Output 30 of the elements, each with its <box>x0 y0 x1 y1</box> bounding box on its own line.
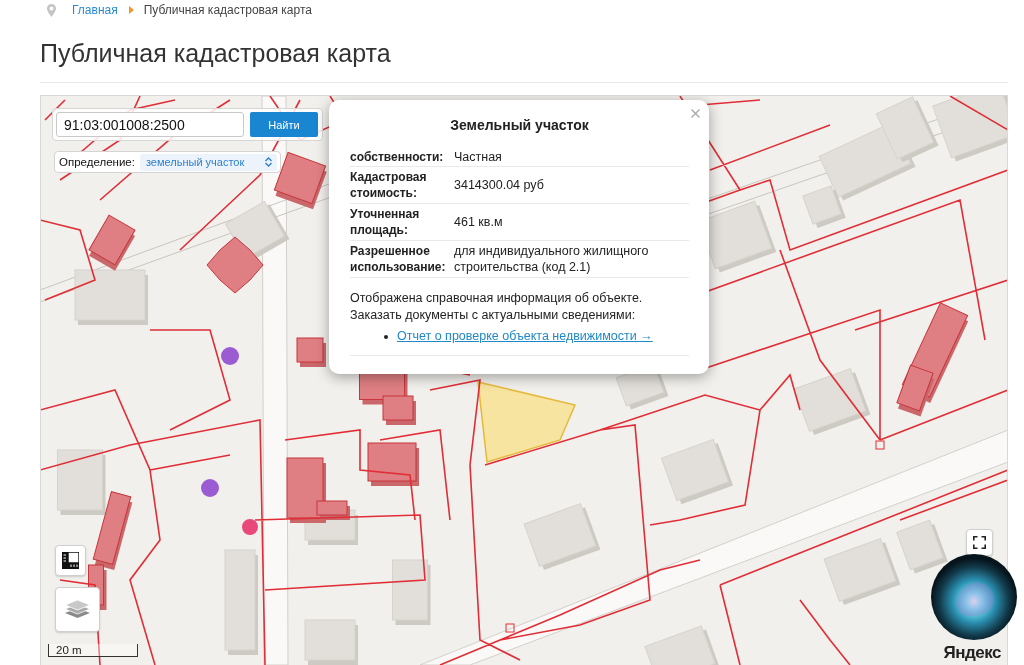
property-value: 3414300.04 руб <box>454 177 545 193</box>
fullscreen-icon <box>973 536 986 549</box>
property-label: собственности: <box>350 149 445 165</box>
property-value: 461 кв.м <box>454 214 504 230</box>
breadcrumb-current: Публичная кадастровая карта <box>143 3 312 17</box>
info-note: Отображена справочная информация об объекте. Заказать документы с актуальными сведениями: <box>350 290 644 324</box>
definition-label: Определение: <box>59 156 135 168</box>
property-value: Частная <box>454 149 503 165</box>
ruler-icon <box>62 552 79 569</box>
page-title: Публичная кадастровая карта <box>40 38 391 69</box>
caret-icon <box>128 6 134 14</box>
definition-select[interactable]: земельный участок <box>139 153 277 171</box>
property-label: Уточненная площадь: <box>350 206 421 238</box>
map-scale: 20 m <box>48 644 138 657</box>
report-link[interactable]: Отчет о проверке объекта недвижимости → <box>397 328 653 345</box>
property-label: Кадастровая стоимость: <box>350 169 428 201</box>
ruler-button[interactable] <box>55 545 86 576</box>
breadcrumb-link[interactable]: Главная <box>72 3 118 17</box>
orb-icon <box>931 554 1017 640</box>
layers-button[interactable] <box>55 587 100 632</box>
fullscreen-button[interactable] <box>966 529 993 556</box>
bullet-icon <box>384 334 388 339</box>
location-pin-icon <box>47 3 56 17</box>
property-value: для индивидуального жилищного строительства (код 2.1) <box>454 243 650 275</box>
property-label: Разрешенное использование: <box>350 243 447 275</box>
updown-icon <box>264 157 273 167</box>
cadastral-number-field[interactable]: 91:03:001008:2500 <box>56 112 244 137</box>
find-button[interactable]: Найти <box>250 112 318 137</box>
popup-title: Земельный участок <box>449 116 590 134</box>
map-logo: Яндекс <box>943 643 1001 663</box>
